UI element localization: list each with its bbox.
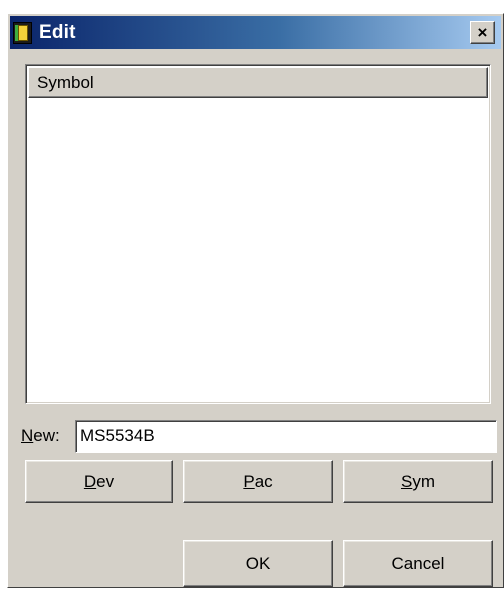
new-label-rest: ew: <box>33 426 60 445</box>
app-icon-paper <box>18 24 28 41</box>
new-row: New: <box>21 419 497 453</box>
new-label-mnemonic: N <box>21 426 34 445</box>
title-bar[interactable]: Edit × <box>10 16 501 49</box>
column-header-label: Symbol <box>37 72 94 92</box>
new-name-input[interactable] <box>75 419 497 453</box>
window-title: Edit <box>39 21 76 43</box>
edit-dialog: Edit × Symbol New: Dev Pac Sym OK Cancel <box>7 13 504 588</box>
app-icon <box>13 21 32 44</box>
dev-button-rest: ev <box>96 471 115 491</box>
new-label: New: <box>21 426 75 446</box>
sym-button-mnemonic: S <box>400 471 413 491</box>
dev-button[interactable]: Dev <box>25 460 173 503</box>
pac-button[interactable]: Pac <box>183 460 333 503</box>
pac-button-rest: ac <box>254 471 273 491</box>
sym-button-rest: ym <box>412 471 435 491</box>
ok-button[interactable]: OK <box>183 540 333 587</box>
pac-button-mnemonic: P <box>243 471 255 491</box>
symbol-list[interactable]: Symbol <box>25 64 491 404</box>
close-button[interactable]: × <box>470 21 495 44</box>
sym-button[interactable]: Sym <box>343 460 493 503</box>
cancel-button[interactable]: Cancel <box>343 540 493 587</box>
close-icon: × <box>477 23 488 42</box>
column-header-symbol[interactable]: Symbol <box>28 67 488 98</box>
dev-button-mnemonic: D <box>83 471 97 491</box>
